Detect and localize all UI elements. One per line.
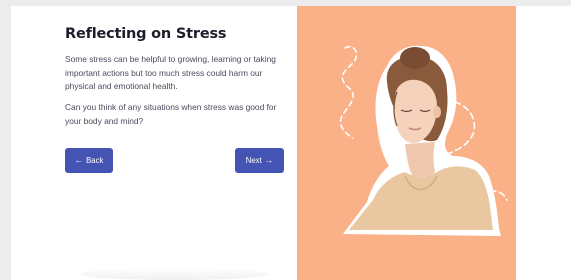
slide-content: Reflecting on Stress Some stress can be … xyxy=(11,6,297,280)
next-button[interactable]: Next → xyxy=(235,148,284,173)
illustration-panel xyxy=(297,6,516,280)
arrow-right-icon: → xyxy=(264,155,274,166)
screen-background: Reflecting on Stress Some stress can be … xyxy=(0,0,571,280)
back-button-label: Back xyxy=(86,156,104,165)
ear xyxy=(433,106,441,118)
slide-title: Reflecting on Stress xyxy=(65,26,227,42)
next-button-label: Next xyxy=(245,156,262,165)
lesson-slide: Reflecting on Stress Some stress can be … xyxy=(11,6,571,280)
bottom-shadow xyxy=(80,268,270,280)
dashed-squiggle-left xyxy=(339,45,358,139)
right-margin xyxy=(516,6,571,280)
question-paragraph: Can you think of any situations when str… xyxy=(65,102,277,126)
back-button[interactable]: ← Back xyxy=(65,148,113,173)
woman-portrait-illustration xyxy=(339,45,508,236)
hair-bun xyxy=(400,47,430,69)
intro-paragraph: Some stress can be helpful to growing, l… xyxy=(65,54,276,92)
arrow-left-icon: ← xyxy=(74,155,84,166)
